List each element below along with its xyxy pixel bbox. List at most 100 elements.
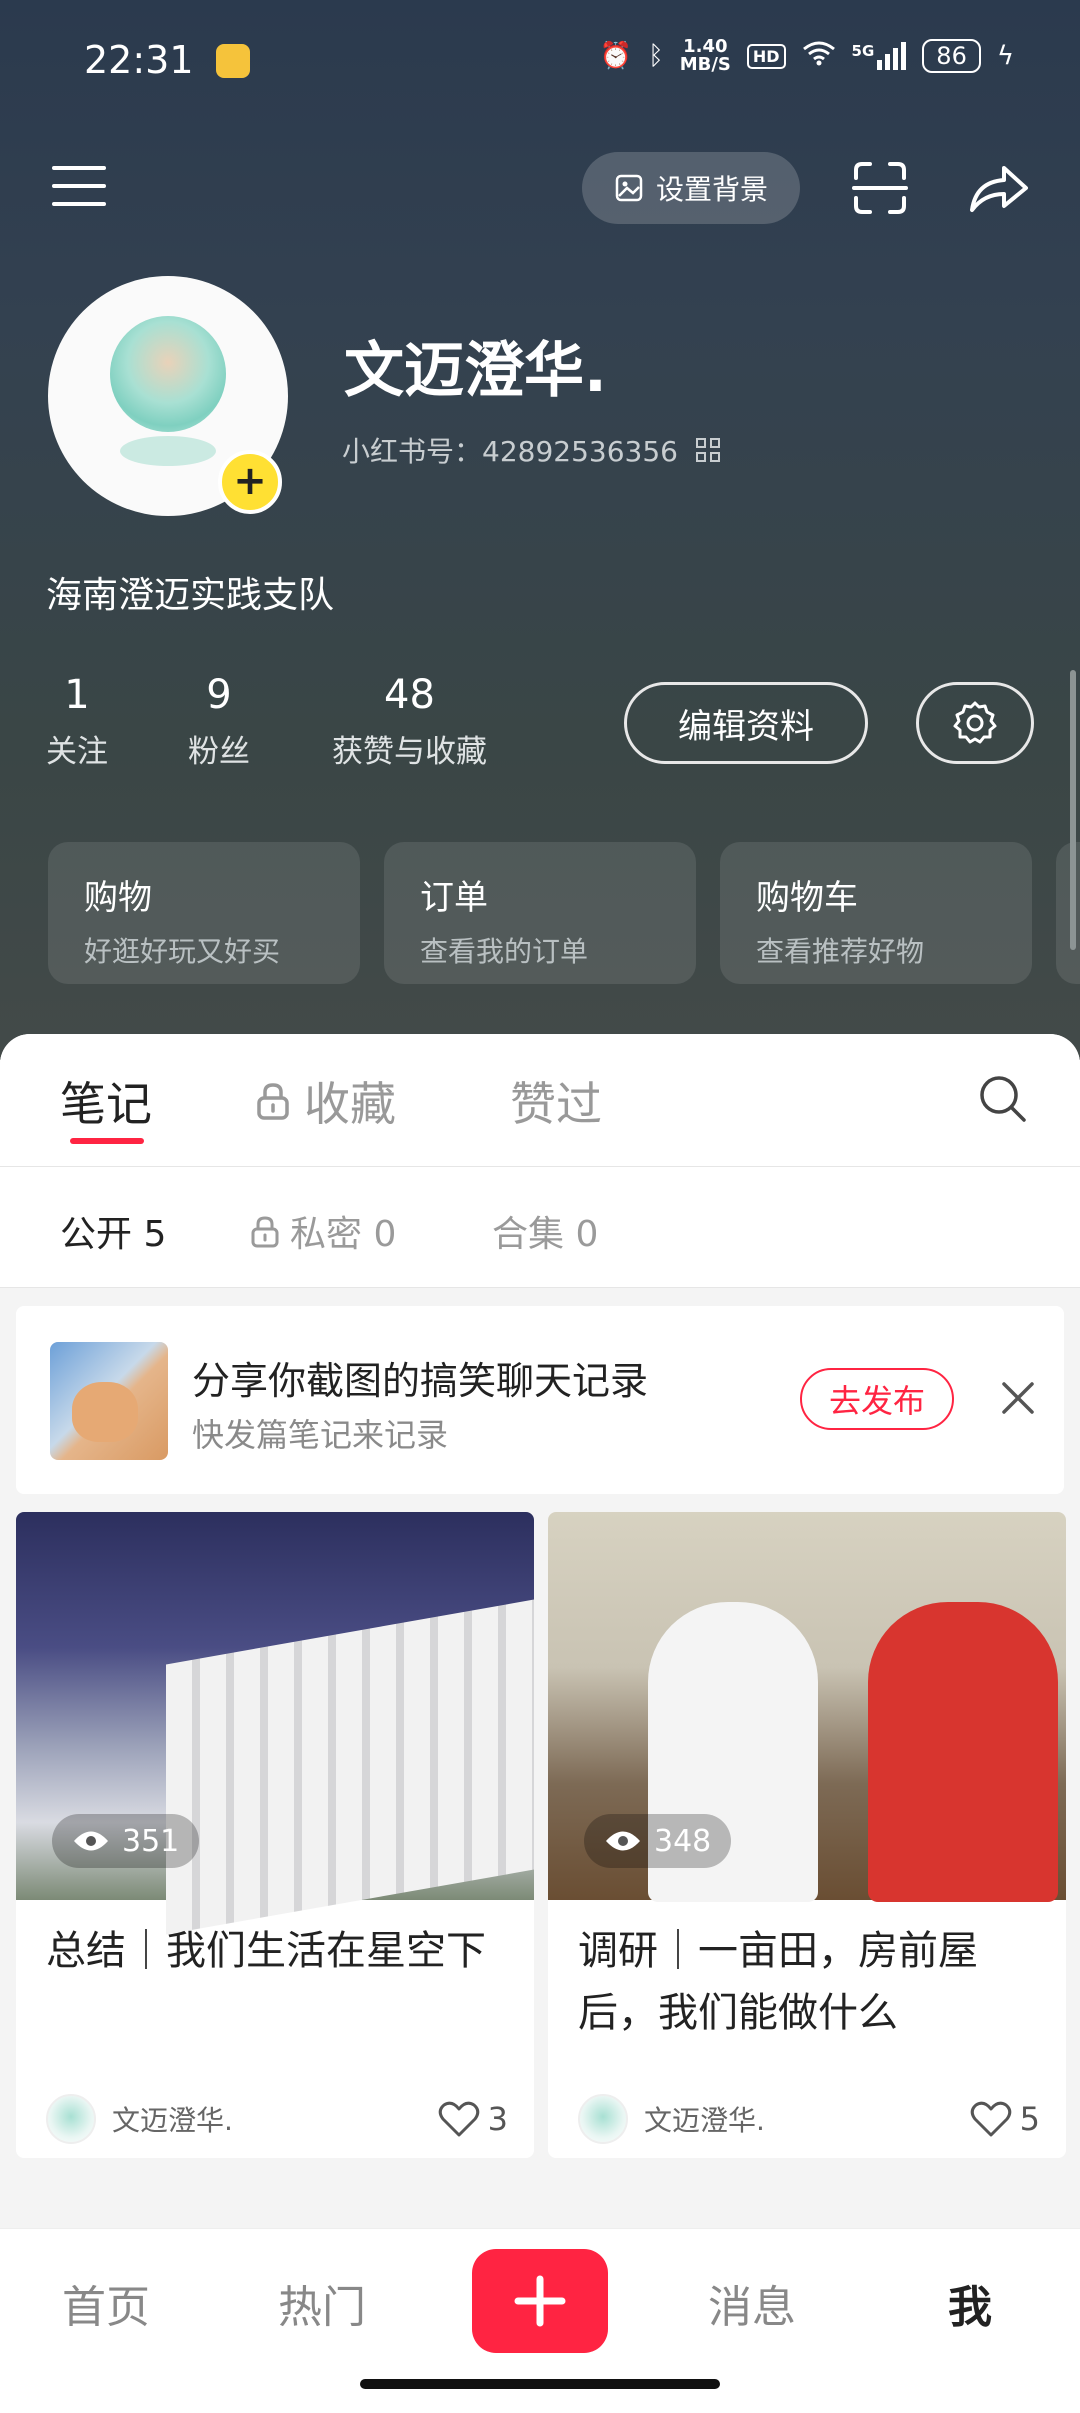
subtab-private[interactable]: 私密 0 [250, 1205, 396, 1257]
scan-icon[interactable] [852, 160, 908, 216]
followers-count: 9 [206, 672, 232, 718]
share-icon[interactable] [966, 160, 1030, 216]
alarm-icon: ⏰ [599, 41, 633, 71]
card-next[interactable] [1056, 842, 1080, 984]
add-avatar-icon[interactable]: + [218, 450, 282, 514]
stat-followers[interactable]: 9 粉丝 [188, 672, 250, 771]
tab-collections[interactable]: 收藏 [256, 1068, 396, 1134]
eye-icon [74, 1831, 108, 1851]
image-icon [615, 174, 643, 202]
close-icon[interactable] [1000, 1380, 1036, 1416]
subtab-private-label: 私密 0 [290, 1214, 397, 1255]
subtab-albums[interactable]: 合集 0 [492, 1205, 598, 1257]
lock-icon [257, 1083, 289, 1120]
author-name[interactable]: 文迈澄华. [644, 2099, 970, 2139]
plus-icon [514, 2275, 566, 2327]
set-background-label: 设置背景 [655, 173, 768, 206]
card-title: 购物车 [756, 878, 858, 918]
signal-icon: 5G [852, 42, 907, 70]
likes-label: 获赞与收藏 [332, 734, 487, 770]
followers-label: 粉丝 [188, 734, 250, 770]
author-avatar[interactable] [578, 2094, 628, 2144]
status-bar: 22:31 ⏰ ᛒ 1.40 MB/S HD 5G 86 ϟ [0, 28, 1080, 98]
publish-prompt-card[interactable]: 分享你截图的搞笑聊天记录 快发篇笔记来记录 去发布 [16, 1306, 1064, 1494]
gear-icon [953, 701, 997, 744]
note-card[interactable]: 351 总结｜我们生活在星空下 文迈澄华. 3 [16, 1512, 534, 2158]
battery-indicator: 86 [922, 39, 981, 73]
prompt-subtitle: 快发篇笔记来记录 [192, 1416, 449, 1454]
speed-unit: MB/S [679, 54, 731, 75]
nav-me[interactable]: 我 [948, 2271, 992, 2335]
view-count-value: 348 [654, 1823, 712, 1859]
menu-icon[interactable] [52, 166, 106, 210]
card-title: 订单 [420, 878, 488, 918]
top-bar: 设置背景 [0, 150, 1080, 230]
view-count: 351 [52, 1814, 200, 1868]
id-value: 42892536356 [482, 435, 678, 468]
heart-icon [970, 2101, 1011, 2137]
eye-icon [606, 1831, 640, 1851]
subtab-public[interactable]: 公开 5 [60, 1205, 166, 1257]
like-button[interactable]: 3 [438, 2100, 508, 2138]
nav-messages[interactable]: 消息 [708, 2271, 796, 2335]
network-type: 5G [851, 42, 875, 60]
note-filter-tabs: 公开 5 私密 0 合集 0 [0, 1167, 1080, 1288]
nickname: 文迈澄华. [344, 336, 607, 406]
scrollbar[interactable] [1070, 670, 1076, 950]
status-time: 22:31 [84, 38, 194, 82]
view-count: 348 [584, 1814, 732, 1868]
edit-profile-button[interactable]: 编辑资料 [624, 682, 868, 764]
bottom-nav: 首页 热门 消息 我 [0, 2228, 1080, 2413]
user-id: 小红书号：42892536356 [342, 430, 720, 470]
like-count: 5 [1019, 2100, 1040, 2138]
note-title: 调研｜一亩田，房前屋后，我们能做什么 [578, 1928, 978, 2036]
content-tabs: 笔记 收藏 赞过 [0, 1034, 1080, 1167]
heart-icon [438, 2101, 479, 2137]
bluetooth-icon: ᛒ [648, 41, 664, 71]
set-background-button[interactable]: 设置背景 [582, 152, 800, 224]
likes-count: 48 [384, 672, 435, 718]
like-button[interactable]: 5 [970, 2100, 1040, 2138]
tab-notes[interactable]: 笔记 [60, 1068, 152, 1134]
tab-collections-label: 收藏 [304, 1077, 396, 1131]
search-icon[interactable] [976, 1072, 1028, 1124]
profile-header: 22:31 ⏰ ᛒ 1.40 MB/S HD 5G 86 ϟ 设置背景 + 文迈… [0, 0, 1080, 1060]
following-label: 关注 [46, 734, 108, 770]
stat-likes[interactable]: 48 获赞与收藏 [332, 672, 487, 771]
like-count: 3 [487, 2100, 508, 2138]
note-card[interactable]: 348 调研｜一亩田，房前屋后，我们能做什么 文迈澄华. 5 [548, 1512, 1066, 2158]
card-subtitle: 查看我的订单 [420, 935, 589, 968]
following-count: 1 [64, 672, 90, 718]
note-title: 总结｜我们生活在星空下 [46, 1928, 486, 1974]
view-count-value: 351 [122, 1823, 180, 1859]
card-shopping[interactable]: 购物 好逛好玩又好买 [48, 842, 360, 984]
create-post-button[interactable] [472, 2249, 608, 2353]
charging-icon: ϟ [996, 41, 1014, 71]
notes-app-icon [216, 44, 250, 78]
hd-icon: HD [746, 43, 786, 69]
card-title: 购物 [84, 878, 152, 918]
content-sheet: 笔记 收藏 赞过 公开 5 私密 0 合集 0 分享你截图的搞笑聊天记录 快发篇… [0, 1034, 1080, 2412]
card-subtitle: 查看推荐好物 [756, 935, 925, 968]
wifi-icon [802, 40, 836, 73]
home-indicator[interactable] [360, 2379, 720, 2389]
lock-icon [251, 1216, 279, 1248]
author-avatar[interactable] [46, 2094, 96, 2144]
network-speed: 1.40 MB/S [680, 38, 731, 74]
publish-button[interactable]: 去发布 [800, 1368, 954, 1430]
card-orders[interactable]: 订单 查看我的订单 [384, 842, 696, 984]
qr-code-icon[interactable] [695, 438, 720, 462]
status-icons: ⏰ ᛒ 1.40 MB/S HD 5G 86 ϟ [600, 38, 1014, 74]
active-tab-indicator [70, 1138, 144, 1144]
cat-image [50, 1342, 168, 1460]
nav-trending[interactable]: 热门 [278, 2271, 366, 2335]
settings-button[interactable] [916, 682, 1034, 764]
card-cart[interactable]: 购物车 查看推荐好物 [720, 842, 1032, 984]
prompt-title: 分享你截图的搞笑聊天记录 [192, 1359, 649, 1403]
note-footer: 文迈澄华. 3 [46, 2094, 508, 2144]
note-footer: 文迈澄华. 5 [578, 2094, 1040, 2144]
tab-liked[interactable]: 赞过 [510, 1068, 602, 1134]
nav-home[interactable]: 首页 [62, 2271, 150, 2335]
stat-following[interactable]: 1 关注 [46, 672, 108, 771]
author-name[interactable]: 文迈澄华. [112, 2099, 438, 2139]
